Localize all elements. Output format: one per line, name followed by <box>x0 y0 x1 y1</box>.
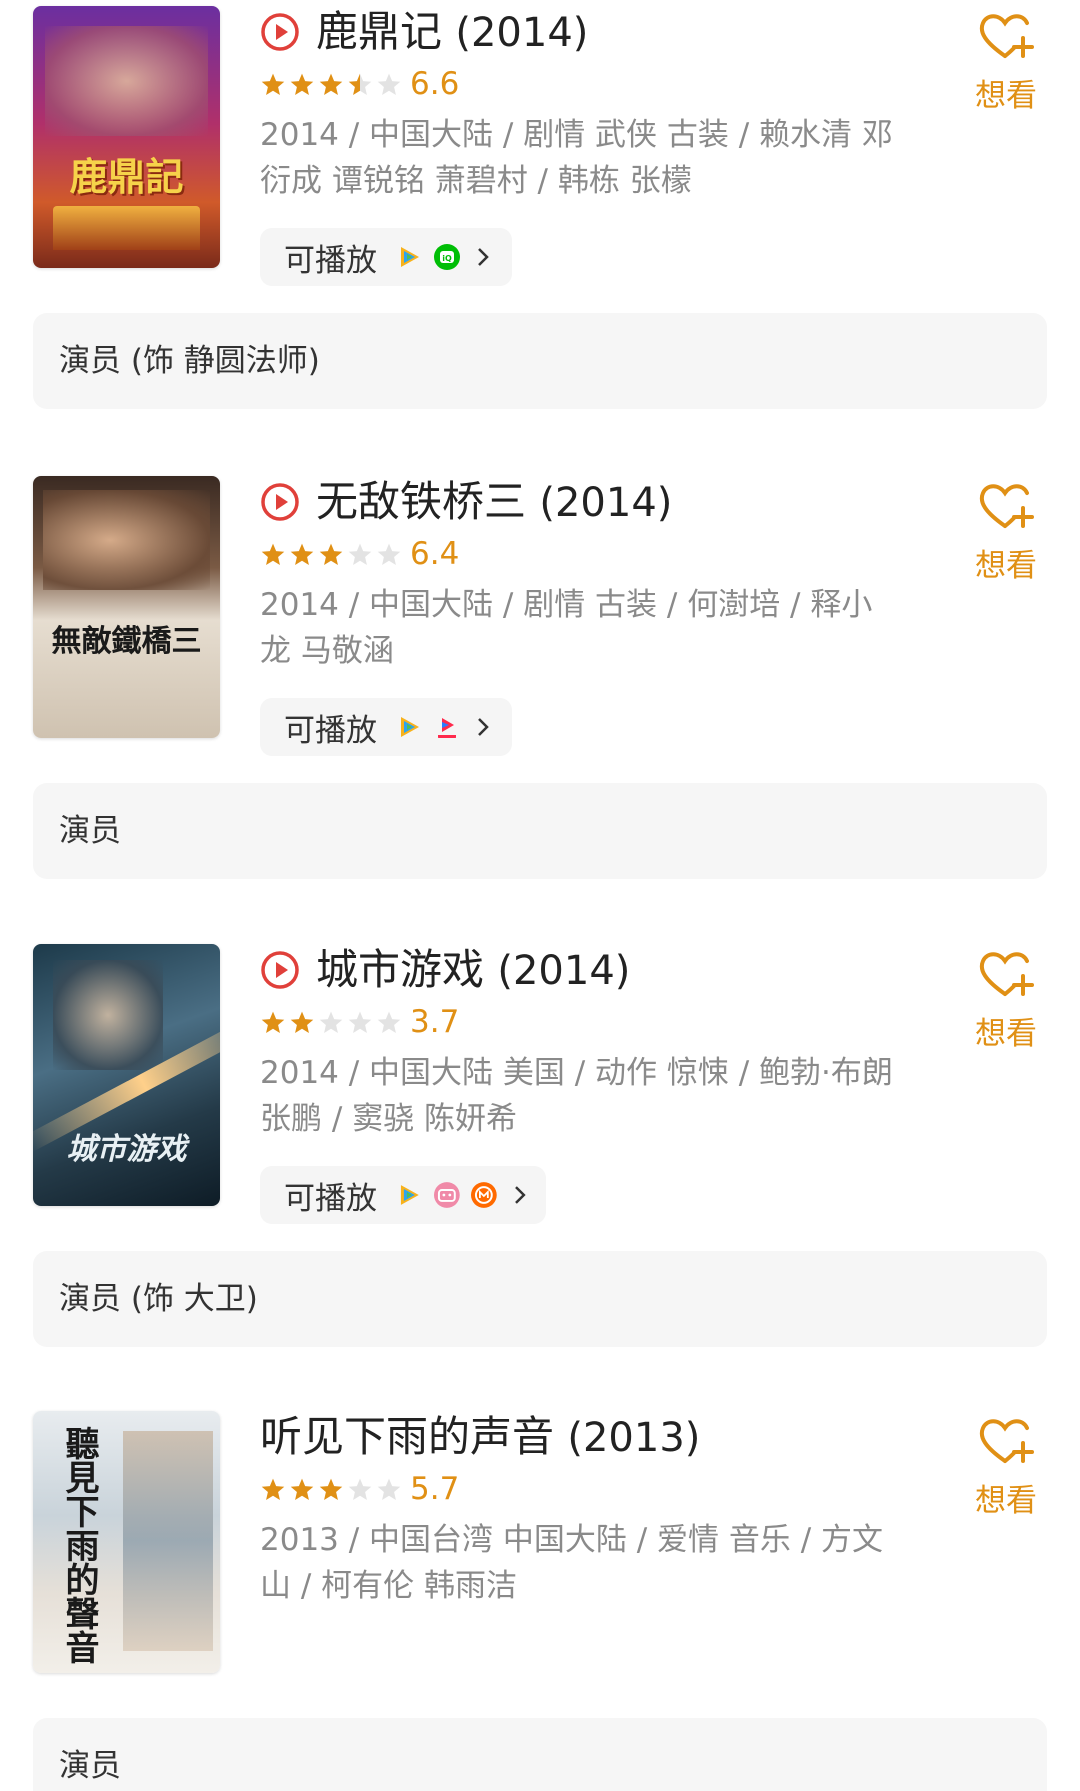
star-full-icon <box>290 1478 314 1500</box>
star-full-icon <box>319 73 343 95</box>
film-title[interactable]: 听见下雨的声音 (2013) <box>260 1409 700 1466</box>
star-empty-icon <box>348 1011 372 1033</box>
poster-art <box>53 960 163 1070</box>
want-label: 想看 <box>975 548 1037 584</box>
want-to-watch-button[interactable]: 想看 <box>968 10 1044 115</box>
poster-palace <box>53 206 200 250</box>
poster-text: 城市游戏 <box>66 1132 187 1167</box>
star-rating <box>260 1475 405 1505</box>
film-meta: 2013 / 中国台湾 中国大陆 / 爱情 音乐 / 方文山 / 柯有伦 韩雨洁 <box>260 1522 884 1604</box>
star-empty-icon <box>319 1011 343 1033</box>
want-to-watch-button[interactable]: 想看 <box>968 1415 1044 1520</box>
star-empty-icon <box>348 1478 372 1500</box>
film-title[interactable]: 无敌铁桥三 (2014) <box>316 474 672 531</box>
star-empty-icon <box>377 73 401 95</box>
film-card[interactable]: 鹿鼎記 鹿鼎记 (2014) 6.6 2014 / 中国大陆 / 剧情 武侠 古… <box>0 0 1080 468</box>
poster-text: 聽見下雨的聲音 <box>59 1426 99 1664</box>
rating-score: 6.4 <box>410 536 460 572</box>
film-title-text: 听见下雨的声音 <box>260 1412 555 1461</box>
want-to-watch-button[interactable]: 想看 <box>968 948 1044 1053</box>
filmography-list: 鹿鼎記 鹿鼎记 (2014) 6.6 2014 / 中国大陆 / 剧情 武侠 古… <box>0 0 1080 1791</box>
playable-label: 可播放 <box>284 712 377 749</box>
star-full-icon <box>319 1478 343 1500</box>
role-panel: 演员 <box>33 1718 1047 1791</box>
star-half-icon <box>348 73 372 95</box>
tencent-video-icon <box>400 1185 419 1205</box>
film-year: (2014) <box>497 948 631 994</box>
film-title-text: 无敌铁桥三 <box>316 477 527 526</box>
film-card[interactable]: 聽見下雨的聲音 听见下雨的声音 (2013) 5.7 2013 / 中国台湾 中… <box>0 1405 1080 1791</box>
rating-score: 5.7 <box>410 1471 460 1507</box>
star-full-icon <box>290 1011 314 1033</box>
want-to-watch-button[interactable]: 想看 <box>968 480 1044 585</box>
role-panel: 演员 (饰 大卫) <box>33 1251 1047 1347</box>
play-circle-icon <box>261 13 299 51</box>
playable-label: 可播放 <box>284 1180 377 1217</box>
star-empty-icon <box>348 543 372 565</box>
film-title-text: 城市游戏 <box>316 945 485 994</box>
rating-score: 6.6 <box>410 66 460 102</box>
bilibili-icon <box>433 1182 460 1208</box>
chevron-right-icon <box>478 718 489 736</box>
rating-score: 3.7 <box>410 1004 460 1040</box>
playable-button[interactable]: 可播放 <box>260 1166 546 1224</box>
role-panel: 演员 (饰 静圆法师) <box>33 313 1047 409</box>
svg-text:iQ: iQ <box>442 254 452 263</box>
playable-label: 可播放 <box>284 242 377 279</box>
film-card[interactable]: 無敵鐵橋三 无敌铁桥三 (2014) 6.4 2014 / 中国大陆 / 剧情 … <box>0 470 1080 938</box>
want-label: 想看 <box>975 1483 1037 1519</box>
star-rating <box>260 1008 405 1038</box>
film-poster[interactable]: 鹿鼎記 <box>33 6 220 268</box>
film-year: (2013) <box>567 1415 701 1461</box>
film-meta: 2014 / 中国大陆 / 剧情 武侠 古装 / 赖水清 邓衍成 谭锐铭 萧碧村… <box>260 117 893 199</box>
film-poster[interactable]: 無敵鐵橋三 <box>33 476 220 738</box>
poster-art <box>43 490 210 590</box>
star-full-icon <box>261 543 285 565</box>
star-rating <box>260 540 405 570</box>
star-full-icon <box>261 73 285 95</box>
film-year: (2014) <box>539 480 673 526</box>
poster-art <box>123 1431 213 1651</box>
film-card[interactable]: 城市游戏 城市游戏 (2014) 3.7 2014 / 中国大陆 美国 / 动作… <box>0 938 1080 1406</box>
play-circle-icon <box>261 951 299 989</box>
heart-plus-icon <box>979 952 1034 996</box>
star-full-icon <box>261 1011 285 1033</box>
film-meta: 2014 / 中国大陆 美国 / 动作 惊悚 / 鲍勃·布朗 张鹏 / 窦骁 陈… <box>260 1055 893 1137</box>
film-title[interactable]: 鹿鼎记 (2014) <box>316 4 588 61</box>
chevron-right-icon <box>478 248 489 266</box>
playable-button[interactable]: 可播放 iQ <box>260 228 512 286</box>
poster-text: 無敵鐵橋三 <box>51 624 202 659</box>
star-full-icon <box>319 543 343 565</box>
star-full-icon <box>290 543 314 565</box>
tencent-video-icon <box>401 717 419 737</box>
heart-plus-icon <box>979 484 1034 528</box>
film-poster[interactable]: 聽見下雨的聲音 <box>33 1411 220 1673</box>
want-label: 想看 <box>975 78 1037 114</box>
star-empty-icon <box>377 1478 401 1500</box>
film-poster[interactable]: 城市游戏 <box>33 944 220 1206</box>
iqiyi-icon: iQ <box>434 244 460 270</box>
film-meta: 2014 / 中国大陆 / 剧情 古装 / 何澍培 / 释小龙 马敬涵 <box>260 587 873 669</box>
film-year: (2014) <box>455 10 589 56</box>
heart-plus-icon <box>979 14 1034 58</box>
tencent-video-icon <box>401 247 419 267</box>
play-circle-icon <box>261 483 299 521</box>
heart-plus-icon <box>979 1419 1034 1463</box>
star-empty-icon <box>377 543 401 565</box>
star-empty-icon <box>377 1011 401 1033</box>
star-full-icon <box>290 73 314 95</box>
film-title-text: 鹿鼎记 <box>316 7 443 56</box>
star-rating <box>260 70 405 100</box>
playable-button[interactable]: 可播放 <box>260 698 512 756</box>
youku-icon <box>438 718 456 738</box>
film-title[interactable]: 城市游戏 (2014) <box>316 942 630 999</box>
want-label: 想看 <box>975 1016 1037 1052</box>
chevron-right-icon <box>515 1186 526 1204</box>
poster-art <box>45 26 208 136</box>
role-panel: 演员 <box>33 783 1047 879</box>
poster-text: 鹿鼎記 <box>69 154 184 199</box>
mango-tv-icon <box>471 1182 498 1208</box>
star-full-icon <box>261 1478 285 1500</box>
